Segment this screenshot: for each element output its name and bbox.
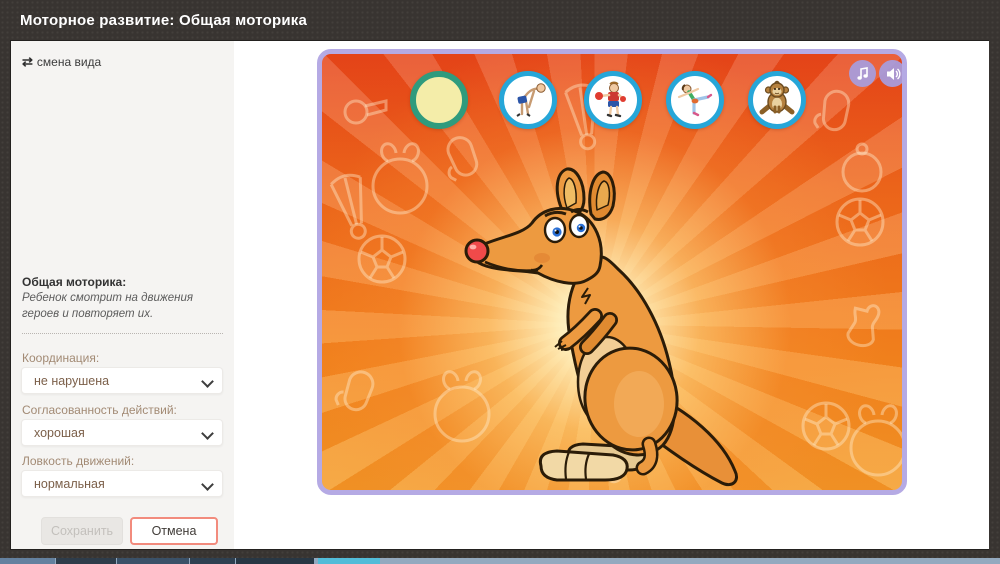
- music-toggle-button[interactable]: [849, 60, 876, 87]
- cancel-button[interactable]: Отмена: [130, 517, 218, 545]
- section-title: Общая моторика:: [22, 275, 126, 289]
- speaker-icon: [885, 66, 901, 82]
- slot-exercise-balance[interactable]: [666, 71, 724, 129]
- speech-toggle-button[interactable]: [879, 60, 906, 87]
- section-description: Ребенок смотрит на движения героев и пов…: [22, 291, 222, 322]
- agility-label: Ловкость движений:: [22, 454, 134, 468]
- change-view-label: смена вида: [37, 55, 101, 69]
- consistency-value: хорошая: [34, 426, 85, 440]
- chevron-down-icon: [201, 375, 214, 388]
- kangaroo-illustration: [440, 166, 770, 495]
- exercise-monkey-icon: [756, 79, 798, 121]
- taskbar-button[interactable]: [56, 558, 116, 564]
- swap-arrows-icon: ⇄: [22, 54, 33, 69]
- chevron-down-icon: [201, 427, 214, 440]
- game-board: [317, 49, 907, 495]
- divider: [22, 333, 223, 334]
- main-area: [234, 41, 989, 549]
- save-button[interactable]: Сохранить: [41, 517, 123, 545]
- taskbar-button-active[interactable]: [318, 558, 380, 564]
- page-title: Моторное развитие: Общая моторика: [20, 12, 307, 29]
- consistency-select[interactable]: хорошая: [21, 419, 223, 446]
- exercise-balance-icon: [675, 80, 715, 120]
- slot-exercise-monkey[interactable]: [748, 71, 806, 129]
- taskbar-button[interactable]: [190, 558, 235, 564]
- agility-value: нормальная: [34, 477, 105, 491]
- agility-select[interactable]: нормальная: [21, 470, 223, 497]
- music-note-icon: [855, 66, 871, 82]
- exercise-boxer-icon: [593, 80, 633, 120]
- sidebar: ⇄ смена вида Общая моторика: Ребенок смот…: [11, 41, 235, 549]
- consistency-label: Согласованность действий:: [22, 403, 177, 417]
- change-view-link[interactable]: ⇄ смена вида: [22, 54, 101, 70]
- exercise-toe-touch-icon: [508, 80, 548, 120]
- coordination-value: не нарушена: [34, 374, 109, 388]
- taskbar[interactable]: [0, 558, 1000, 564]
- app-window: ⇄ смена вида Общая моторика: Ребенок смот…: [10, 40, 989, 550]
- coordination-label: Координация:: [22, 351, 99, 365]
- coordination-select[interactable]: не нарушена: [21, 367, 223, 394]
- chevron-down-icon: [201, 478, 214, 491]
- slot-exercise-toe-touch[interactable]: [499, 71, 557, 129]
- taskbar-button[interactable]: [0, 558, 55, 564]
- slot-empty-circle[interactable]: [410, 71, 468, 129]
- taskbar-button[interactable]: [236, 558, 314, 564]
- desktop: { "window": { "title": "Моторное развити…: [0, 0, 1000, 564]
- taskbar-button[interactable]: [117, 558, 189, 564]
- slot-exercise-boxer[interactable]: [584, 71, 642, 129]
